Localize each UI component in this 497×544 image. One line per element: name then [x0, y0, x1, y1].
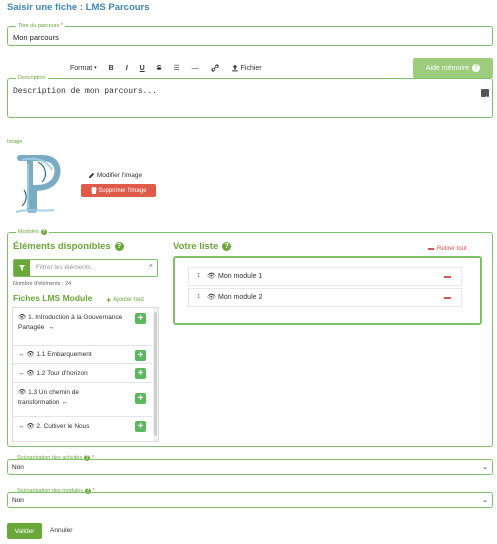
list-item[interactable]: ↔ 👁 1.1 Embarquement + [12, 345, 152, 363]
remove-icon[interactable] [444, 297, 451, 299]
move-icon: ↔ [46, 324, 55, 331]
scenarisation-modules-select[interactable]: Non ⌄ [7, 492, 493, 508]
pencil-icon [88, 172, 95, 179]
description-legend: Description [16, 73, 48, 83]
page-title: Saisir une fiche : LMS Parcours [7, 2, 150, 13]
titre-legend: Titre du parcours * [16, 21, 66, 31]
minus-icon [428, 248, 434, 250]
list-item[interactable]: 👁 1.3 Un chemin de transformation ↔ + [12, 382, 152, 416]
eye-icon: 👁 [26, 370, 35, 377]
image-label: Image [7, 139, 23, 145]
resize-icon[interactable] [481, 89, 489, 101]
move-icon: ↔ [18, 423, 25, 430]
strikethrough-button[interactable]: S [157, 65, 162, 72]
scenarisation-activites-select[interactable]: Non ⌄ [7, 459, 493, 475]
modules-legend: Modules? [16, 227, 49, 237]
image-preview [8, 150, 68, 218]
sort-icon: ↕ [197, 293, 201, 300]
filter-box[interactable]: Filtrer les éléments × [13, 259, 158, 277]
add-button[interactable]: + [135, 421, 146, 432]
titre-input[interactable]: Mon parcours [13, 33, 59, 42]
eye-icon: 👁 [18, 389, 27, 396]
help-icon: ? [222, 242, 232, 251]
list-item[interactable]: ↔ 👁 1.2 Tour d'horizon + [12, 363, 152, 382]
filter-icon [14, 260, 30, 276]
add-button[interactable]: + [135, 393, 146, 404]
move-icon: ↔ [61, 399, 68, 406]
underline-button[interactable]: U [140, 65, 145, 72]
add-button[interactable]: + [135, 313, 146, 324]
selected-item[interactable]: ↕ 👁 Mon module 1 [188, 267, 462, 286]
titre-field[interactable]: Titre du parcours * Mon parcours [7, 21, 493, 46]
list-item[interactable]: 👁 1. Introduction à la Gouvernance Parta… [12, 308, 152, 345]
available-title: Éléments disponibles? [13, 241, 124, 252]
horizontal-rule-icon[interactable]: — [192, 65, 199, 72]
cancel-button[interactable]: Annuler [50, 527, 72, 534]
bold-button[interactable]: B [109, 65, 114, 72]
filter-input[interactable]: Filtrer les éléments [36, 264, 91, 271]
format-dropdown[interactable]: Format ▾ [70, 65, 97, 72]
list-title: Votre liste? [173, 241, 232, 252]
delete-image-button[interactable]: Supprimer l'image [81, 184, 156, 197]
caret-down-icon: ▾ [94, 65, 97, 71]
plus-icon: + [106, 295, 112, 305]
remove-icon[interactable] [444, 276, 451, 278]
help-icon: ? [472, 64, 481, 72]
description-textarea[interactable]: Description de mon parcours... [13, 87, 157, 96]
upload-icon [231, 64, 238, 72]
clear-icon[interactable]: × [149, 263, 153, 270]
list-icon[interactable]: ☰ [173, 64, 179, 72]
sort-icon: ↕ [197, 272, 201, 279]
scrollbar[interactable] [153, 308, 158, 441]
eye-icon: 👁 [207, 294, 216, 301]
link-icon[interactable] [211, 64, 219, 72]
move-icon: ↔ [18, 351, 25, 358]
eye-icon: 👁 [18, 314, 27, 321]
chevron-down-icon: ⌄ [482, 497, 488, 504]
description-field[interactable]: Description Description de mon parcours.… [7, 73, 493, 118]
eye-icon: 👁 [207, 273, 216, 280]
help-icon: ? [114, 242, 124, 251]
chevron-down-icon: ⌄ [482, 464, 488, 471]
editor-toolbar: Format ▾ B I U S ☰ — Fichier [70, 62, 274, 74]
fiches-title: Fiches LMS Module [13, 293, 93, 303]
add-button[interactable]: + [135, 368, 146, 379]
remove-all-button[interactable]: Retirer tout [428, 246, 467, 252]
file-upload-button[interactable]: Fichier [231, 64, 262, 72]
add-all-button[interactable]: + Ajouter tout [106, 295, 144, 305]
selected-item[interactable]: ↕ 👁 Mon module 2 [188, 288, 462, 307]
element-count: Nombre d'éléments : 24 [13, 281, 72, 287]
trash-icon [91, 187, 97, 194]
move-icon: ↔ [18, 370, 25, 377]
aide-memoire-button[interactable]: Aide mémoire? [413, 58, 493, 78]
add-button[interactable]: + [135, 350, 146, 361]
modify-image-button[interactable]: Modifier l'image [88, 172, 142, 179]
eye-icon: 👁 [26, 351, 35, 358]
help-icon: ? [40, 228, 47, 235]
submit-button[interactable]: Valider [7, 523, 42, 539]
eye-icon: 👁 [26, 423, 35, 430]
list-item[interactable]: ↔ 👁 2. Cultiver le Nous + [12, 416, 152, 436]
italic-button[interactable]: I [126, 65, 128, 72]
